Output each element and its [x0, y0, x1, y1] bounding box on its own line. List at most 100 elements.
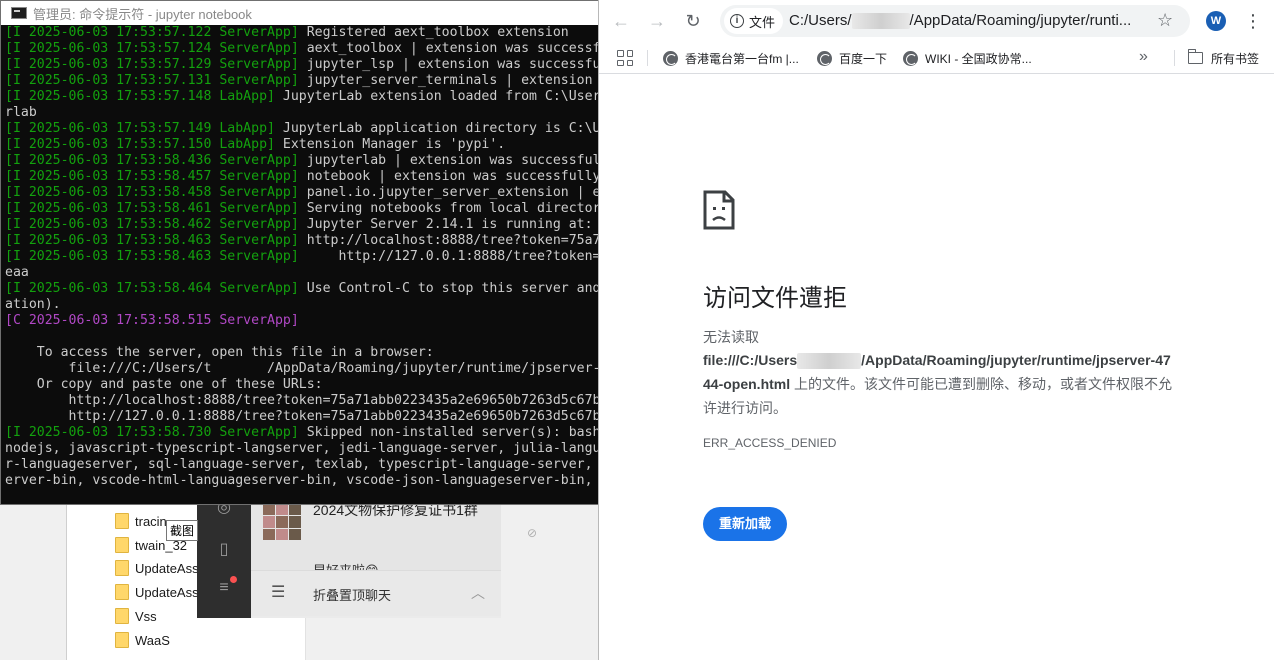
- terminal-line: r-languageserver, sql-language-server, t…: [5, 457, 599, 473]
- fold-pinned-chats-button[interactable]: ☰ 折叠置顶聊天 ︿: [251, 570, 501, 616]
- forward-button[interactable]: →: [645, 9, 669, 33]
- log-prefix: [I 2025-06-03 17:53:58.458 ServerApp]: [5, 185, 299, 200]
- folder-icon: [115, 584, 129, 600]
- folder-icon: [115, 537, 129, 553]
- folder-icon: [115, 632, 129, 648]
- log-prefix: [I 2025-06-03 17:53:57.148 LabApp]: [5, 89, 275, 104]
- bookmark-item[interactable]: 百度一下: [817, 48, 887, 68]
- globe-icon: [817, 50, 832, 66]
- log-text: file:///C:/Users/t /AppData/Roaming/jupy…: [5, 361, 599, 376]
- terminal-line: [I 2025-06-03 17:53:58.464 ServerApp] Us…: [5, 281, 599, 297]
- log-text: JupyterLab extension loaded from C:\User: [274, 89, 599, 104]
- globe-icon: [663, 50, 678, 66]
- log-text: Skipped non-installed server(s): bash-l: [298, 425, 599, 440]
- terminal-line: http://127.0.0.1:8888/tree?token=75a71ab…: [5, 409, 599, 425]
- folder-label: UpdateAss: [135, 560, 199, 576]
- desktop: tracin twain_32 UpdateAss UpdateAss Vss …: [0, 0, 1274, 660]
- globe-icon: [903, 50, 918, 66]
- reload-button[interactable]: 重新加载: [703, 507, 788, 541]
- log-prefix: [I 2025-06-03 17:53:57.149 LabApp]: [5, 121, 275, 136]
- terminal-line: [I 2025-06-03 17:53:58.436 ServerApp] ju…: [5, 153, 599, 169]
- site-info-label: 文件: [749, 14, 776, 30]
- folder-item[interactable]: UpdateAss: [115, 557, 199, 579]
- terminal-line: [I 2025-06-03 17:53:57.148 LabApp] Jupyt…: [5, 89, 599, 105]
- folder-item[interactable]: UpdateAss: [115, 581, 199, 603]
- log-text: Or copy and paste one of these URLs:: [5, 377, 323, 392]
- terminal-line: nodejs, javascript-typescript-langserver…: [5, 441, 599, 457]
- back-button[interactable]: ←: [609, 9, 633, 33]
- log-prefix: [I 2025-06-03 17:53:58.436 ServerApp]: [5, 153, 299, 168]
- folder-icon: [1187, 49, 1203, 64]
- terminal-line: [I 2025-06-03 17:53:58.461 ServerApp] Se…: [5, 201, 599, 217]
- log-text: eaa: [5, 265, 29, 280]
- folder-icon: [115, 608, 129, 624]
- log-text: jupyter_server_terminals | extension wa: [298, 73, 599, 88]
- profile-avatar[interactable]: W: [1206, 11, 1226, 31]
- bookmarks-bar: 香港電台第一台fm |... 百度一下 WIKI - 全国政协常... » 所有…: [599, 42, 1274, 74]
- chat-list-item[interactable]: 2024文物保护修复证书1群 ⊘ 早好来啦😊: [251, 498, 537, 578]
- all-bookmarks-button[interactable]: 所有书签: [1187, 48, 1259, 68]
- terminal-line: [I 2025-06-03 17:53:57.124 ServerApp] ae…: [5, 41, 599, 57]
- chevron-up-icon: ︿: [471, 585, 485, 601]
- bookmark-label: WIKI - 全国政协常...: [925, 51, 1032, 66]
- error-intro: 无法读取: [703, 329, 759, 345]
- address-bar[interactable]: i 文件 C:/Users/ /AppData/Roaming/jupyter/r…: [720, 5, 1190, 37]
- error-message: file:///C:/Users/AppData/Roaming/jupyter…: [703, 348, 1175, 420]
- log-prefix: [I 2025-06-03 17:53:58.730 ServerApp]: [5, 425, 299, 440]
- folder-label: tracin: [135, 513, 167, 529]
- log-text: rlab: [5, 105, 37, 120]
- log-text: To access the server, open this file in …: [5, 345, 434, 360]
- folder-item[interactable]: tracin: [115, 510, 167, 532]
- log-text: ation).: [5, 297, 61, 312]
- log-prefix: [I 2025-06-03 17:53:57.150 LabApp]: [5, 137, 275, 152]
- terminal-line: file:///C:/Users/t /AppData/Roaming/jupy…: [5, 361, 599, 377]
- bookmark-star-icon[interactable]: ☆: [1157, 10, 1173, 31]
- chevron-double-right-icon[interactable]: »: [1139, 48, 1148, 66]
- log-text: Use Control-C to stop this server and s: [298, 281, 599, 296]
- terminal-line: To access the server, open this file in …: [5, 345, 434, 361]
- folder-icon: [115, 560, 129, 576]
- reload-icon[interactable]: ↻: [681, 9, 705, 33]
- sad-file-icon: [703, 190, 735, 230]
- log-text: Jupyter Server 2.14.1 is running at:: [298, 217, 593, 232]
- log-text: Registered aext_toolbox extension: [298, 25, 569, 40]
- folder-item[interactable]: WaaS: [115, 629, 170, 651]
- info-icon: i: [730, 14, 744, 28]
- fold-pinned-label: 折叠置顶聊天: [313, 588, 392, 603]
- terminal-line: [I 2025-06-03 17:53:58.463 ServerApp] ht…: [5, 249, 599, 265]
- log-text: nodejs, javascript-typescript-langserver…: [5, 441, 599, 456]
- terminal-titlebar[interactable]: 管理员: 命令提示符 - jupyter notebook: [1, 1, 599, 25]
- log-text: panel.io.jupyter_server_extension | ext: [298, 185, 599, 200]
- notification-dot: [230, 576, 237, 583]
- site-info-chip[interactable]: i 文件: [724, 8, 784, 34]
- bookmarks-separator: [1174, 50, 1175, 66]
- chat-app-window: ◎ ▯ ≡ 2024文物保护修复证书1群 ⊘ 早好来啦😊 ☰ 折叠置顶聊天 ︿: [197, 498, 537, 618]
- log-text: http://localhost:8888/tree?token=75a71ab…: [5, 393, 599, 408]
- log-text: JupyterLab application directory is C:\U: [274, 121, 599, 136]
- terminal-line: eaa: [5, 265, 29, 281]
- bookmark-item[interactable]: WIKI - 全国政协常...: [903, 48, 1032, 68]
- folder-item[interactable]: Vss: [115, 605, 157, 627]
- apps-grid-icon[interactable]: [617, 50, 633, 66]
- error-code: ERR_ACCESS_DENIED: [703, 436, 837, 450]
- browser-window: ← → ↻ i 文件 C:/Users/ /AppData/Roaming/jup…: [598, 0, 1274, 660]
- log-prefix: [I 2025-06-03 17:53:58.463 ServerApp]: [5, 233, 299, 248]
- bookmark-item[interactable]: 香港電台第一台fm |...: [663, 48, 799, 68]
- log-prefix: [I 2025-06-03 17:53:57.131 ServerApp]: [5, 73, 299, 88]
- terminal-line: http://localhost:8888/tree?token=75a71ab…: [5, 393, 599, 409]
- address-url[interactable]: C:/Users/ /AppData/Roaming/jupyter/runti.…: [789, 12, 1145, 30]
- log-text: aext_toolbox | extension was successful: [298, 41, 599, 56]
- terminal-line: Or copy and paste one of these URLs:: [5, 377, 323, 393]
- terminal-line: ation).: [5, 297, 61, 313]
- command-prompt-window[interactable]: 管理员: 命令提示符 - jupyter notebook [I 2025-06…: [0, 0, 600, 505]
- phone-icon[interactable]: ▯: [214, 540, 234, 560]
- log-prefix: [I 2025-06-03 17:53:58.464 ServerApp]: [5, 281, 299, 296]
- log-text: erver-bin, vscode-html-languageserver-bi…: [5, 473, 599, 488]
- log-prefix: [I 2025-06-03 17:53:57.129 ServerApp]: [5, 57, 299, 72]
- terminal-output[interactable]: [I 2025-06-03 17:53:57.122 ServerApp] Re…: [1, 25, 599, 504]
- log-prefix: [I 2025-06-03 17:53:57.122 ServerApp]: [5, 25, 299, 40]
- terminal-title: 管理员: 命令提示符 - jupyter notebook: [33, 6, 252, 22]
- error-title: 访问文件遭拒: [703, 285, 847, 312]
- terminal-line: [I 2025-06-03 17:53:57.131 ServerApp] ju…: [5, 73, 599, 89]
- more-menu-icon[interactable]: ⋮: [1243, 9, 1263, 33]
